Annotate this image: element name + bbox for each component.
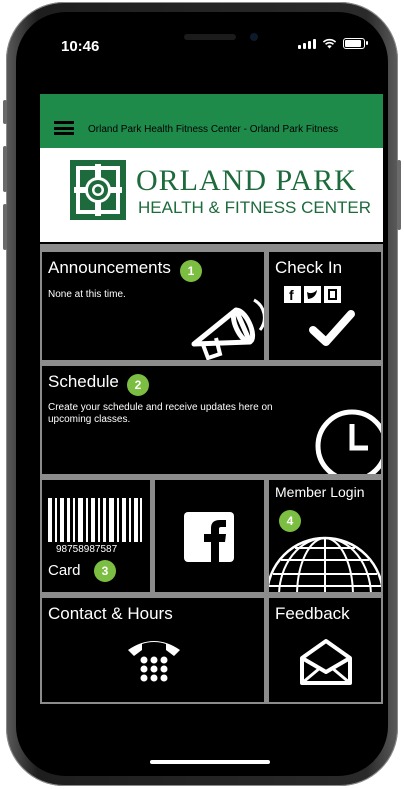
header-title: Orland Park Health Fitness Center - Orla… [88,124,339,135]
feedback-title: Feedback [275,604,350,623]
speaker-grille [184,34,236,40]
wifi-icon [322,38,337,49]
tile-grid: Announcements 1 None at this time. Check… [40,244,383,704]
check-in-tile[interactable]: Check In f [269,252,381,360]
app-screen: 10:46 Orland Park Health Fitness Center … [34,24,383,769]
member-login-title: Member Login [275,484,365,500]
front-camera [250,33,258,41]
barcode-number: 98758987587 [56,544,118,555]
app-header: Orland Park Health Fitness Center - Orla… [40,94,383,148]
menu-icon[interactable] [54,121,74,135]
member-login-tile[interactable]: Member Login 4 [269,480,381,592]
facebook-tile[interactable] [155,480,264,592]
logo-subtitle: HEALTH & FITNESS CENTER [138,198,371,217]
card-title: Card [48,562,81,579]
facebook-icon [184,512,234,562]
feedback-tile[interactable]: Feedback [269,598,381,702]
signal-icon [298,38,316,49]
logo-title: ORLAND PARK [136,164,357,197]
megaphone-icon [191,298,264,360]
barcode-icon [48,498,142,542]
schedule-tile[interactable]: Schedule 2 Create your schedule and rece… [42,366,381,474]
brand-logo: ORLAND PARK HEALTH & FITNESS CENTER [40,148,383,242]
power-button [397,160,401,230]
clock-icon [315,409,381,474]
announcements-badge: 1 [180,260,202,282]
announcements-title: Announcements [48,258,171,277]
telephone-icon [128,641,180,682]
home-indicator[interactable] [150,760,270,764]
checkmark-icon [309,310,355,346]
announcements-description: None at this time. [48,289,126,300]
card-tile[interactable]: 98758987587 Card 3 [42,480,150,592]
check-in-title: Check In [275,258,343,277]
status-icons [298,38,368,49]
svg-text:f: f [289,287,294,303]
battery-icon [343,38,368,49]
volume-up-button [3,146,7,192]
volume-down-button [3,204,7,250]
contact-hours-tile[interactable]: Contact & Hours [42,598,264,702]
contact-hours-title: Contact & Hours [48,604,173,623]
schedule-description: Create your schedule and receive updates… [48,402,273,425]
logo-mark-icon [70,160,126,220]
silent-switch [3,100,7,124]
envelope-icon [300,639,352,685]
status-time: 10:46 [61,38,100,55]
card-badge: 3 [94,560,116,582]
globe-icon [269,536,381,592]
schedule-badge: 2 [127,374,149,396]
social-icons: f [284,286,341,303]
schedule-title: Schedule [48,372,119,391]
announcements-tile[interactable]: Announcements 1 None at this time. [42,252,264,360]
